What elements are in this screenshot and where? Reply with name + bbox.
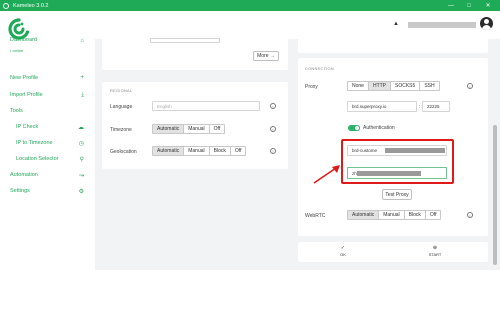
- sidebar-item-label: New Profile: [10, 75, 39, 81]
- dashboard-status: • online: [10, 48, 24, 53]
- more-button[interactable]: More →: [253, 51, 279, 61]
- timezone-option-automatic[interactable]: Automatic: [153, 125, 185, 133]
- geolocation-option-automatic[interactable]: Automatic: [153, 147, 185, 155]
- start-label: START: [428, 252, 442, 257]
- highlight-arrow-icon: [313, 165, 340, 184]
- host-port-separator: :: [419, 104, 421, 110]
- timezone-selector[interactable]: Automatic Manual Off: [152, 124, 226, 134]
- user-name-redacted: [408, 22, 476, 28]
- info-icon[interactable]: i: [467, 83, 473, 89]
- proxy-host-input[interactable]: brd.superproxy.io: [347, 101, 417, 112]
- info-icon[interactable]: i: [270, 103, 276, 109]
- sidebar-item-label: Automation: [10, 172, 38, 178]
- check-icon: ✓: [340, 245, 346, 251]
- cloud-icon: ☁: [78, 124, 84, 131]
- webrtc-option-manual[interactable]: Manual: [379, 211, 405, 219]
- proxy-option-none[interactable]: None: [348, 82, 369, 90]
- webrtc-option-block[interactable]: Block: [405, 211, 426, 219]
- title-bar: Kameleo 3.0.2: [0, 0, 500, 11]
- regional-section-title: REGIONAL: [110, 88, 133, 93]
- sidebar-item-ip-to-timezone[interactable]: IP to Timezone ◷: [16, 138, 90, 148]
- sidebar-item-dashboard[interactable]: Dashboard ⌂: [10, 35, 90, 45]
- info-icon[interactable]: i: [270, 126, 276, 132]
- sidebar-item-ip-check[interactable]: IP Check ☁: [16, 122, 90, 132]
- minimize-button[interactable]: —: [444, 0, 458, 11]
- sidebar-item-label: Location Selector: [16, 156, 59, 162]
- scrollbar[interactable]: [493, 125, 497, 265]
- chart-icon: ↝: [78, 172, 84, 179]
- sidebar-item-new-profile[interactable]: New Profile +: [10, 73, 90, 83]
- geolocation-option-block[interactable]: Block: [210, 147, 231, 155]
- app-logo-icon: [3, 2, 9, 9]
- geolocation-selector[interactable]: Automatic Manual Block Off: [152, 146, 247, 156]
- proxy-port-input[interactable]: 22225: [422, 101, 450, 112]
- webrtc-label: WebRTC: [305, 213, 326, 219]
- sidebar-item-settings[interactable]: Settings ⚙: [10, 186, 90, 196]
- avatar[interactable]: [480, 17, 493, 30]
- start-button[interactable]: ⊕ START: [425, 245, 445, 257]
- language-label: Language: [110, 104, 133, 110]
- clock-icon: ◷: [78, 140, 84, 147]
- info-icon[interactable]: i: [467, 212, 473, 218]
- sidebar-item-label: Dashboard: [10, 37, 37, 43]
- sidebar-section-tools[interactable]: Tools: [10, 106, 90, 116]
- pin-icon: ⚲: [79, 156, 84, 163]
- sidebar-item-location-selector[interactable]: Location Selector ⚲: [16, 154, 90, 164]
- close-button[interactable]: ✕: [481, 0, 495, 11]
- play-icon: ⊕: [432, 245, 438, 251]
- home-icon: ⌂: [80, 38, 84, 44]
- connection-section-title: CONNECTION: [305, 66, 334, 71]
- highlight-box: [341, 139, 454, 184]
- info-icon[interactable]: i: [270, 148, 276, 154]
- geolocation-label: Geolocation: [110, 149, 137, 155]
- sidebar-item-label: IP Check: [16, 124, 39, 130]
- sidebar-item-automation[interactable]: Automation ↝: [10, 170, 90, 180]
- app-window: Kameleo 3.0.2 — □ ✕ Dashboard ⌂ • online…: [0, 0, 500, 270]
- partial-input[interactable]: [150, 38, 220, 43]
- gear-icon: ⚙: [78, 188, 84, 195]
- ok-label: OK: [340, 252, 346, 257]
- maximize-button[interactable]: □: [462, 0, 476, 11]
- window-title: Kameleo 3.0.2: [13, 2, 49, 9]
- download-icon: ⤓: [81, 91, 84, 98]
- sidebar-item-label: Settings: [10, 188, 30, 194]
- test-proxy-button[interactable]: Test Proxy: [382, 189, 412, 200]
- authentication-toggle[interactable]: [348, 125, 360, 131]
- geolocation-option-manual[interactable]: Manual: [184, 147, 210, 155]
- sidebar-item-label: Tools: [10, 108, 23, 114]
- webrtc-option-off[interactable]: Off: [426, 211, 441, 219]
- timezone-option-off[interactable]: Off: [210, 125, 225, 133]
- geolocation-option-off[interactable]: Off: [231, 147, 246, 155]
- timezone-label: Timezone: [110, 127, 132, 133]
- notification-icon[interactable]: ▲: [393, 21, 399, 27]
- proxy-option-http[interactable]: HTTP: [368, 82, 392, 90]
- webrtc-option-automatic[interactable]: Automatic: [348, 211, 380, 219]
- sidebar-item-label: IP to Timezone: [16, 140, 53, 146]
- authentication-label: Authentication: [363, 125, 395, 131]
- sidebar-item-label: Import Profile: [10, 92, 43, 98]
- ok-button[interactable]: ✓ OK: [336, 245, 350, 257]
- language-input[interactable]: English: [152, 101, 260, 111]
- webrtc-selector[interactable]: Automatic Manual Block Off: [347, 210, 442, 220]
- proxy-option-ssh[interactable]: SSH: [420, 82, 438, 90]
- plus-icon: +: [80, 75, 84, 81]
- timezone-option-manual[interactable]: Manual: [184, 125, 210, 133]
- proxy-label: Proxy: [305, 84, 318, 90]
- proxy-option-socks5[interactable]: SOCKS5: [391, 82, 421, 90]
- sidebar-item-import-profile[interactable]: Import Profile ⤓: [10, 90, 90, 100]
- footer-bar: [298, 242, 488, 262]
- proxy-type-selector[interactable]: None HTTP SOCKS5 SSH: [347, 81, 440, 91]
- right-card-top: [298, 39, 488, 53]
